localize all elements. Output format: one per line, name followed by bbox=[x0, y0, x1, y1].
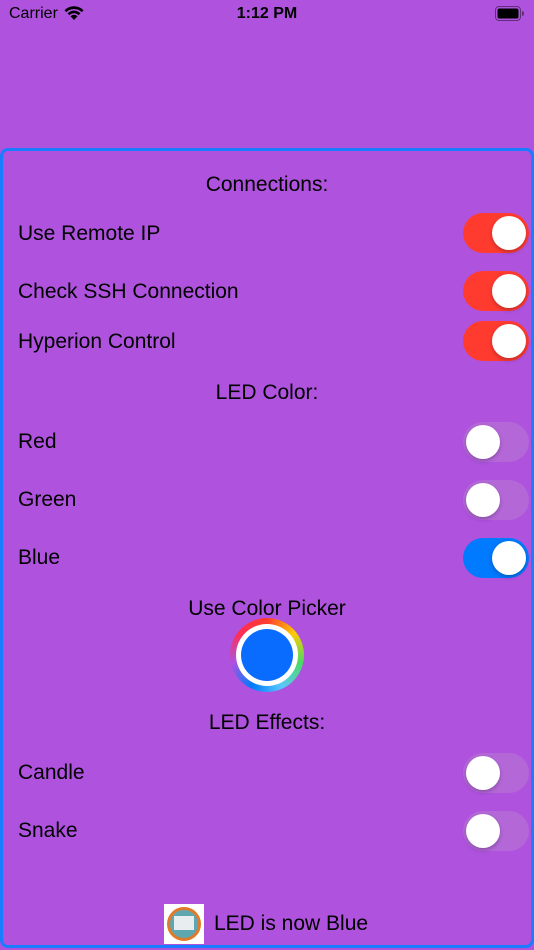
candle-switch[interactable] bbox=[463, 753, 529, 793]
red-label: Red bbox=[18, 430, 57, 453]
color-picker-button[interactable] bbox=[230, 618, 304, 692]
green-switch[interactable] bbox=[463, 480, 529, 520]
battery-icon bbox=[495, 6, 524, 21]
app-logo-icon bbox=[164, 904, 204, 944]
hyperion-control-switch[interactable] bbox=[463, 321, 529, 361]
led-effects-heading: LED Effects: bbox=[208, 711, 326, 734]
connections-heading: Connections: bbox=[205, 173, 329, 196]
snake-label: Snake bbox=[18, 819, 78, 842]
switch-knob bbox=[466, 756, 500, 790]
check-ssh-switch[interactable] bbox=[463, 271, 529, 311]
blue-switch[interactable] bbox=[463, 538, 529, 578]
logo-tile bbox=[174, 916, 194, 930]
use-remote-ip-label: Use Remote IP bbox=[18, 222, 161, 245]
led-status-text: LED is now Blue bbox=[214, 912, 369, 935]
blue-label: Blue bbox=[18, 546, 61, 569]
use-remote-ip-switch[interactable] bbox=[463, 213, 529, 253]
switch-knob bbox=[492, 274, 526, 308]
switch-knob bbox=[466, 814, 500, 848]
hyperion-control-label: Hyperion Control bbox=[18, 330, 176, 353]
red-switch[interactable] bbox=[463, 422, 529, 462]
snake-switch[interactable] bbox=[463, 811, 529, 851]
check-ssh-label: Check SSH Connection bbox=[18, 280, 239, 303]
switch-knob bbox=[492, 216, 526, 250]
settings-panel bbox=[0, 148, 534, 948]
switch-knob bbox=[466, 483, 500, 517]
switch-knob bbox=[492, 541, 526, 575]
candle-label: Candle bbox=[18, 761, 85, 784]
clock: 1:12 PM bbox=[236, 5, 298, 22]
green-label: Green bbox=[18, 488, 77, 511]
switch-knob bbox=[466, 425, 500, 459]
status-bar: Carrier 1:12 PM bbox=[0, 0, 534, 30]
led-color-heading: LED Color: bbox=[215, 381, 319, 404]
switch-knob bbox=[492, 324, 526, 358]
selected-color-swatch bbox=[241, 629, 293, 681]
